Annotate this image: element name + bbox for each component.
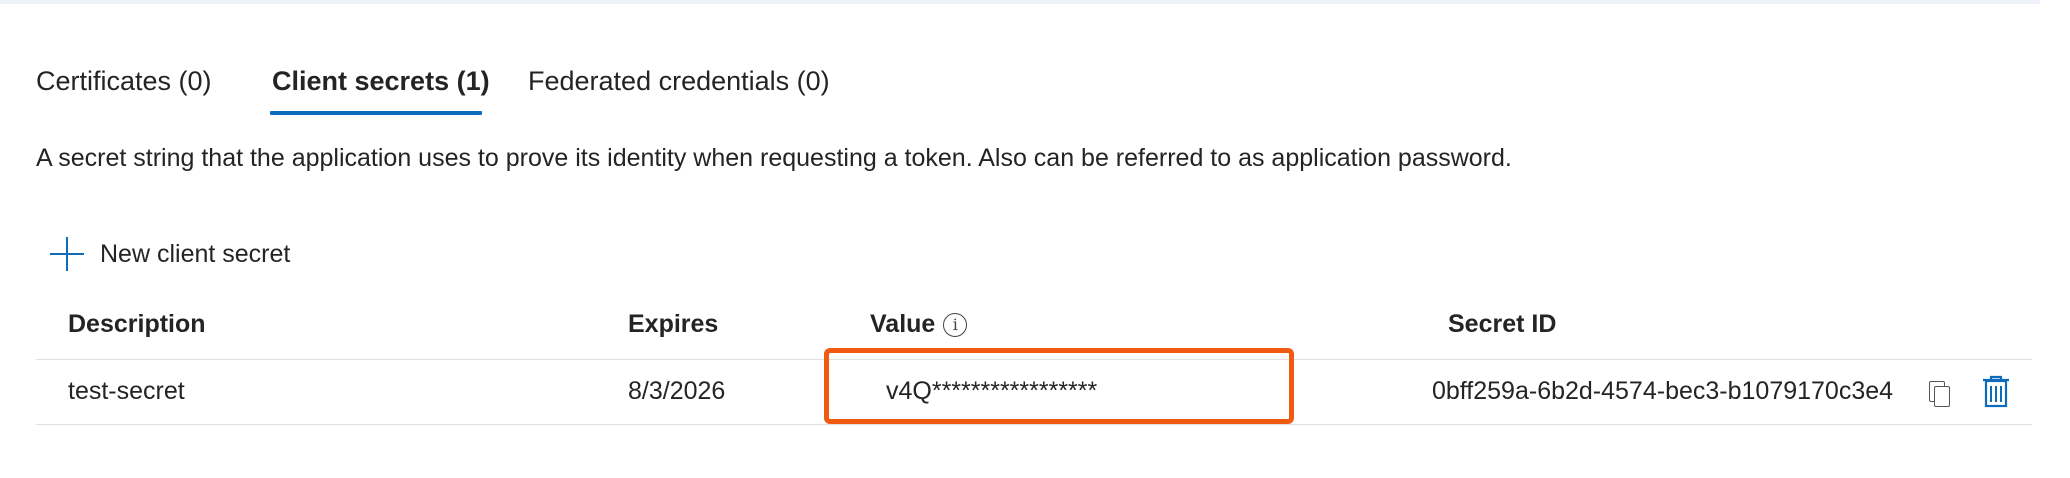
- copy-icon[interactable]: [1926, 378, 1952, 407]
- trash-icon[interactable]: [1980, 374, 2012, 408]
- secret-id-cell: 0bff259a-6b2d-4574-bec3-b1079170c3e4: [1432, 377, 1894, 405]
- tab-certificates[interactable]: Certificates (0): [36, 64, 212, 98]
- active-tab-indicator: [270, 111, 482, 115]
- client-secrets-description: A secret string that the application use…: [36, 144, 1512, 172]
- value-highlight-box: [824, 348, 1294, 424]
- tab-federated-credentials[interactable]: Federated credentials (0): [528, 64, 830, 98]
- tab-client-secrets[interactable]: Client secrets (1): [272, 64, 490, 98]
- plus-icon: [50, 237, 84, 271]
- new-client-secret-label: New client secret: [100, 239, 291, 268]
- secret-expires-cell: 8/3/2026: [628, 377, 726, 405]
- column-header-value: Value i: [870, 308, 968, 340]
- column-header-expires: Expires: [628, 310, 719, 338]
- top-divider-strip: [0, 0, 2040, 4]
- table-row-divider: [36, 424, 2032, 425]
- new-client-secret-button[interactable]: New client secret: [50, 234, 290, 274]
- column-header-value-label: Value: [870, 310, 936, 338]
- column-header-description: Description: [68, 310, 206, 338]
- info-icon[interactable]: i: [943, 313, 968, 337]
- column-header-secret-id: Secret ID: [1448, 310, 1557, 338]
- secret-description-cell: test-secret: [68, 377, 185, 405]
